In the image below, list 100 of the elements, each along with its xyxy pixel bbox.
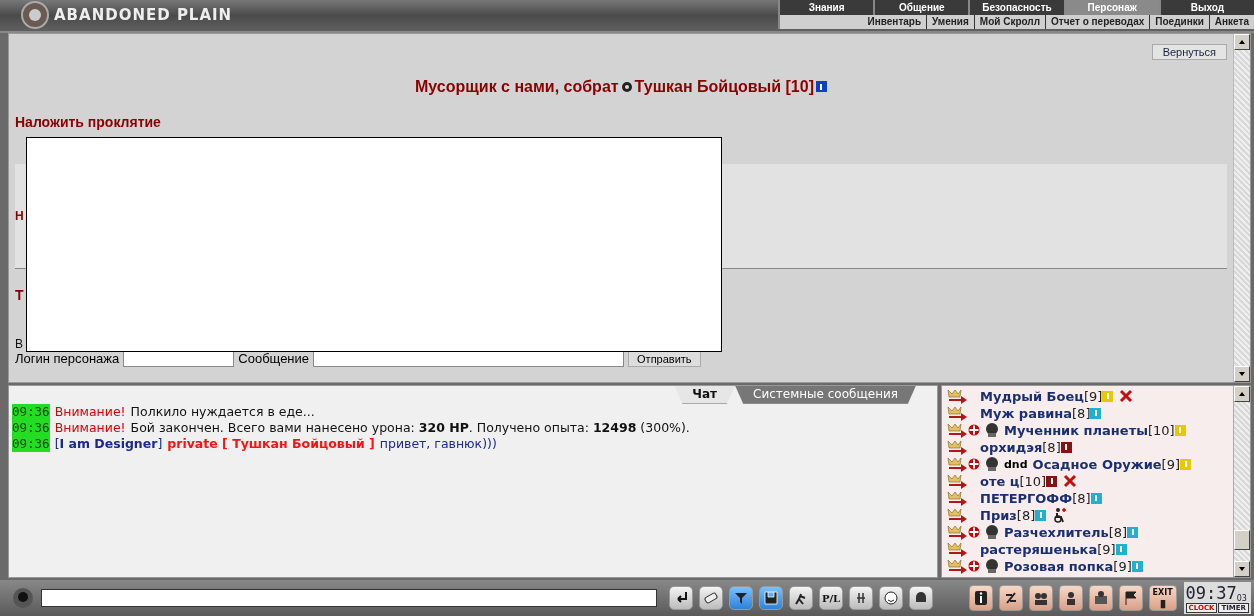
building-icon bbox=[1092, 590, 1109, 607]
message-text: ] bbox=[157, 435, 163, 452]
arrow-icon[interactable] bbox=[946, 388, 968, 404]
arrow-icon[interactable] bbox=[946, 507, 968, 523]
user-name[interactable]: Розовая попка bbox=[1004, 558, 1114, 574]
greeting-text: Мусорщик с нами, собрат bbox=[415, 77, 619, 96]
arrow-icon[interactable] bbox=[946, 490, 968, 506]
user-level: [10] bbox=[1019, 473, 1047, 489]
toolbar-button[interactable] bbox=[849, 586, 873, 611]
group-icon bbox=[1032, 590, 1049, 607]
text-line: В bbox=[15, 336, 24, 351]
user-name[interactable]: Осадное Оружие bbox=[1032, 456, 1162, 472]
user-name[interactable]: Мудрый Боец bbox=[980, 388, 1084, 404]
toolbar-button[interactable] bbox=[909, 586, 933, 611]
eraser-icon bbox=[703, 590, 719, 607]
status-text: dnd bbox=[1004, 457, 1028, 471]
section-heading: Наложить проклятие bbox=[15, 113, 162, 130]
info-icon[interactable] bbox=[1046, 475, 1058, 487]
arrow-icon[interactable] bbox=[946, 473, 968, 489]
user-name[interactable]: ПЕТЕРГОФФ bbox=[980, 490, 1073, 506]
scrollbar[interactable] bbox=[1233, 33, 1250, 382]
scroll-thumb[interactable] bbox=[1234, 529, 1250, 550]
user-name[interactable]: Муж равина bbox=[980, 405, 1073, 421]
toolbar-button[interactable] bbox=[1028, 585, 1053, 612]
message-text: привет, гавнюк))) bbox=[379, 435, 497, 452]
chat-input-field[interactable] bbox=[41, 589, 657, 608]
scroll-down-icon[interactable] bbox=[1239, 567, 1245, 572]
user-level: [10] bbox=[1147, 422, 1175, 438]
scroll-down-icon[interactable] bbox=[1239, 371, 1245, 376]
toolbar-button[interactable] bbox=[669, 586, 693, 611]
toolbar-button[interactable] bbox=[998, 585, 1023, 612]
user-level: [9] bbox=[1083, 388, 1103, 404]
toolbar-button[interactable] bbox=[789, 586, 813, 611]
message-time: 09:36 bbox=[12, 403, 50, 420]
floppy-icon bbox=[763, 590, 779, 607]
user-level: [9] bbox=[1161, 456, 1180, 472]
submenu-link[interactable]: Анкета bbox=[1209, 15, 1254, 29]
user-name[interactable]: Мученник планеты bbox=[1004, 422, 1148, 438]
gear-icon bbox=[620, 80, 633, 93]
toolbar-button[interactable]: EXIT bbox=[1148, 585, 1177, 612]
message-text: Бой закончен. Всего вами нанесено урона: 320 HP. Получено опыта: 12498 (300%). bbox=[130, 419, 690, 436]
character-name: Тушкан Бойцовый [10] bbox=[634, 77, 814, 96]
user-level: [8] bbox=[1072, 490, 1091, 506]
user-level: [8] bbox=[1072, 405, 1091, 421]
toolbar-button[interactable] bbox=[1118, 585, 1143, 612]
user-name[interactable]: орхидэя bbox=[980, 439, 1043, 455]
submenu-link[interactable]: Инвентарь bbox=[862, 15, 928, 29]
field-label: Сообщение bbox=[238, 351, 310, 367]
message-text: [ bbox=[54, 435, 60, 452]
clock-time: 09:37 bbox=[1185, 583, 1237, 604]
toolbar-button[interactable] bbox=[759, 586, 783, 611]
toolbar-button[interactable] bbox=[1058, 585, 1083, 612]
toolbar-button[interactable] bbox=[729, 586, 753, 611]
section-heading: Н bbox=[15, 208, 25, 223]
toolbar-button[interactable] bbox=[968, 585, 993, 612]
section-heading: Т bbox=[15, 286, 25, 303]
head-icon[interactable] bbox=[12, 587, 34, 610]
info-icon[interactable] bbox=[816, 81, 827, 93]
info-icon bbox=[972, 590, 989, 607]
toolbar-button[interactable]: P/L bbox=[819, 586, 843, 611]
arrow-icon[interactable] bbox=[946, 524, 968, 540]
toolbar-button[interactable] bbox=[1088, 585, 1113, 612]
user-name[interactable]: оте ц bbox=[980, 473, 1020, 489]
user-level: [8] bbox=[1108, 524, 1128, 540]
arrow-icon[interactable] bbox=[946, 541, 968, 557]
submenu-link[interactable]: Отчет о переводах bbox=[1046, 15, 1151, 29]
message-text: private [ Тушкан Бойцовый ] bbox=[167, 435, 375, 452]
arrow-icon[interactable] bbox=[946, 405, 968, 421]
message-text: Внимание! bbox=[54, 403, 126, 420]
submenu-link[interactable]: Мой Скролл bbox=[974, 15, 1047, 29]
message-text: Полкило нуждается в еде... bbox=[130, 403, 315, 420]
user-level: [8] bbox=[1016, 507, 1036, 523]
exit-label: EXIT bbox=[1152, 587, 1173, 597]
arrow-icon[interactable] bbox=[946, 456, 968, 472]
back-button[interactable]: Вернуться bbox=[1151, 43, 1227, 60]
message-text: Внимание! bbox=[54, 419, 126, 436]
arrow-icon[interactable] bbox=[946, 558, 968, 574]
scroll-up-icon[interactable] bbox=[1239, 391, 1245, 396]
user-level: [8] bbox=[1042, 439, 1061, 455]
user-name[interactable]: Разчехлитель bbox=[1004, 524, 1109, 540]
flag-icon bbox=[1122, 590, 1139, 607]
toolbar-button[interactable] bbox=[879, 586, 903, 611]
scrollbar[interactable] bbox=[1233, 385, 1250, 578]
user-level: [9] bbox=[1113, 558, 1132, 574]
field-label: Логин персонажа bbox=[15, 351, 120, 367]
submenu-link[interactable]: Умения bbox=[927, 15, 975, 29]
arrow-icon[interactable] bbox=[946, 439, 968, 455]
info-icon[interactable] bbox=[1060, 441, 1072, 453]
arrow-icon[interactable] bbox=[946, 422, 968, 438]
scroll-up-icon[interactable] bbox=[1239, 39, 1245, 44]
message-text: I am Designer bbox=[59, 435, 158, 452]
user-name[interactable]: Приз bbox=[980, 507, 1017, 523]
user-level: [9] bbox=[1097, 541, 1116, 557]
user-name[interactable]: растеряшенька bbox=[980, 541, 1098, 557]
logo-text: ABANDONED PLAIN bbox=[54, 6, 233, 25]
submenu-link[interactable]: Поединки bbox=[1150, 15, 1210, 29]
gear-icon bbox=[20, 0, 50, 31]
chat-tab[interactable]: Чат bbox=[674, 385, 736, 404]
chat-tab[interactable]: Системные сообщения bbox=[735, 385, 916, 404]
clock-seconds: 03 bbox=[1236, 594, 1247, 604]
